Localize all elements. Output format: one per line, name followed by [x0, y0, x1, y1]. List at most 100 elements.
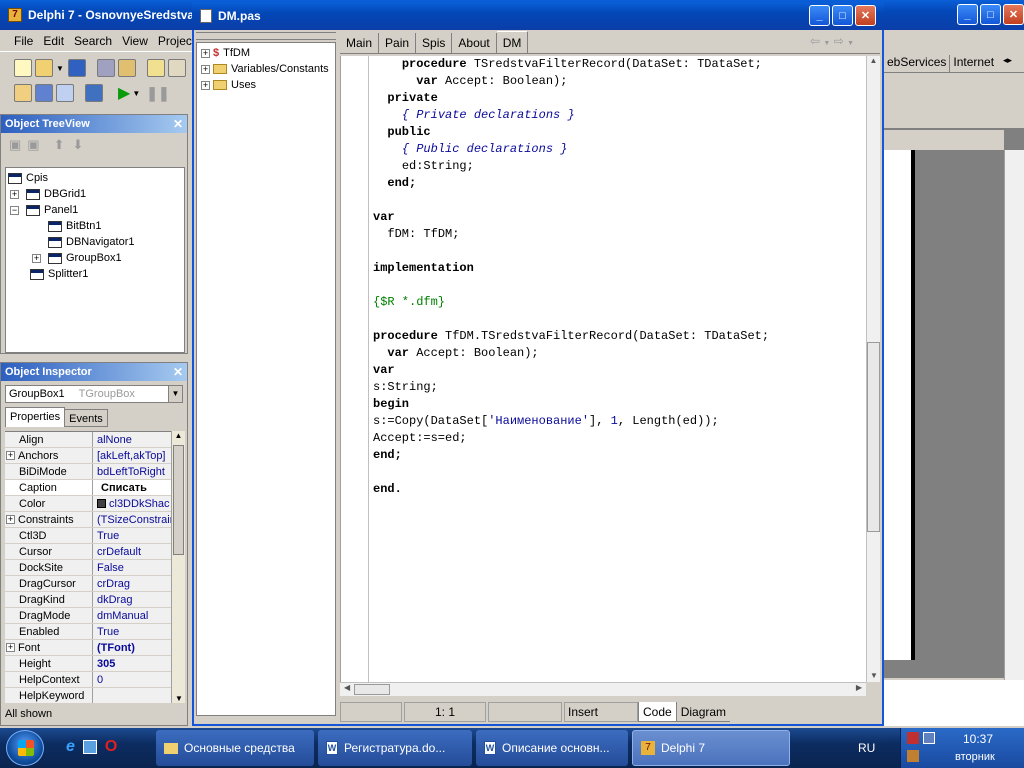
toggle-form-unit-icon[interactable] [56, 84, 74, 102]
tree-item-splitter1[interactable]: Splitter1 [6, 266, 184, 282]
code-line[interactable]: procedure TfDM.TSredstvaFilterRecord(Dat… [373, 328, 769, 345]
tree-item-dbgrid1[interactable]: + DBGrid1 [6, 186, 184, 202]
code-line[interactable]: end; [373, 175, 769, 192]
scroll-up-arrow-icon[interactable]: ▲ [172, 431, 185, 440]
code-line[interactable]: implementation [373, 260, 769, 277]
explorer-item-variables[interactable]: + Variables/Constants [197, 61, 335, 77]
palette-tab-internet[interactable]: Internet [950, 55, 997, 72]
property-row[interactable]: DragMode dmManual [5, 608, 171, 624]
expand-icon[interactable]: + [32, 253, 41, 263]
code-line[interactable]: var Accept: Boolean); [373, 73, 769, 90]
property-row[interactable]: DragCursor crDrag [5, 576, 171, 592]
delete-item-icon[interactable]: ▣ [27, 137, 39, 153]
view-form-icon[interactable] [35, 84, 53, 102]
editor-tab-dm[interactable]: DM [496, 31, 529, 53]
property-row[interactable]: HelpKeyword [5, 688, 171, 703]
save-all-icon[interactable] [96, 59, 115, 77]
code-line[interactable]: ed:String; [373, 158, 769, 175]
property-row[interactable]: DragKind dkDrag [5, 592, 171, 608]
chevron-down-icon[interactable]: ▼ [168, 386, 182, 402]
expand-icon[interactable]: + [6, 643, 15, 652]
collapse-icon[interactable]: − [10, 205, 19, 215]
desktop-icon[interactable] [82, 740, 97, 754]
scroll-thumb[interactable] [173, 445, 184, 555]
code-line[interactable]: s:=Copy(DataSet['Наименование'], 1, Leng… [373, 413, 769, 430]
internet-explorer-icon[interactable]: e [66, 738, 75, 756]
tab-events[interactable]: Events [65, 409, 108, 427]
move-down-icon[interactable]: ⬇ [73, 137, 84, 153]
property-row[interactable]: Caption Списать [5, 480, 171, 496]
property-grid-scrollbar[interactable]: ▲ ▼ [171, 431, 185, 703]
property-row[interactable]: Color cl3DDkShac [5, 496, 171, 512]
property-row[interactable]: Enabled True [5, 624, 171, 640]
task-item-delphi[interactable]: 7 Delphi 7 [632, 730, 790, 766]
tree-item-dbnavigator1[interactable]: DBNavigator1 [6, 234, 184, 250]
form-right-scrollbar[interactable] [1004, 150, 1024, 680]
tree-item-groupbox1[interactable]: + GroupBox1 [6, 250, 184, 266]
tree-item-cpis[interactable]: Cpis [6, 170, 184, 186]
code-line[interactable]: { Public declarations } [373, 141, 769, 158]
editor-close-button[interactable]: ✕ [855, 5, 876, 26]
hscroll-thumb[interactable] [354, 684, 390, 695]
code-line[interactable] [373, 311, 769, 328]
code-line[interactable]: var [373, 209, 769, 226]
bottom-tab-diagram[interactable]: Diagram [676, 702, 731, 722]
add-file-icon[interactable] [146, 59, 165, 77]
expand-icon[interactable]: + [201, 64, 210, 74]
expand-icon[interactable]: + [10, 189, 19, 199]
save-icon[interactable] [67, 59, 86, 77]
palette-tab-webservices[interactable]: ebServices [884, 55, 951, 72]
open-icon[interactable] [35, 59, 53, 77]
remove-file-icon[interactable] [167, 59, 186, 77]
editor-tab-main[interactable]: Main [340, 33, 380, 53]
close-button[interactable]: ✕ [1003, 4, 1024, 25]
code-line[interactable] [373, 464, 769, 481]
dropdown-arrow-icon[interactable]: ▼ [847, 40, 854, 47]
forward-arrow-icon[interactable]: ⇨ [834, 34, 844, 48]
object-selector[interactable]: GroupBox1 TGroupBox ▼ [5, 385, 183, 403]
editor-tab-pain[interactable]: Pain [379, 33, 417, 53]
code-text[interactable]: procedure TSredstvaFilterRecord(DataSet:… [373, 56, 769, 498]
bottom-tab-code[interactable]: Code [638, 702, 677, 722]
close-icon[interactable]: ✕ [173, 365, 183, 379]
scroll-thumb[interactable] [867, 342, 880, 532]
code-line[interactable]: {$R *.dfm} [373, 294, 769, 311]
explorer-item-uses[interactable]: + Uses [197, 77, 335, 93]
tree-item-panel1[interactable]: − Panel1 [6, 202, 184, 218]
code-line[interactable]: private [373, 90, 769, 107]
code-line[interactable] [373, 243, 769, 260]
property-row[interactable]: + Constraints (TSizeConstrain [5, 512, 171, 528]
new-item-icon[interactable]: ▣ [9, 137, 21, 153]
tab-properties[interactable]: Properties [5, 407, 66, 427]
explorer-header-splitter[interactable] [196, 32, 336, 40]
task-item-opisanie[interactable]: W Описание основн... [476, 730, 628, 766]
menu-file[interactable]: File [14, 34, 33, 48]
code-line[interactable]: begin [373, 396, 769, 413]
tray-network-icon[interactable] [907, 732, 919, 744]
tray-speaker-icon[interactable] [907, 750, 919, 762]
property-row[interactable]: + Font (TFont) [5, 640, 171, 656]
code-line[interactable]: end; [373, 447, 769, 464]
minimize-button[interactable]: _ [957, 4, 978, 25]
opera-icon[interactable]: O [105, 738, 117, 756]
editor-tab-spis[interactable]: Spis [416, 33, 453, 53]
property-row[interactable]: Cursor crDefault [5, 544, 171, 560]
code-line[interactable] [373, 192, 769, 209]
tree-item-bitbtn1[interactable]: BitBtn1 [6, 218, 184, 234]
dropdown-arrow-icon[interactable]: ▼ [132, 89, 140, 98]
editor-title-bar[interactable]: DM.pas [192, 2, 884, 30]
move-up-icon[interactable]: ⬆ [54, 137, 65, 153]
code-line[interactable]: Accept:=s=ed; [373, 430, 769, 447]
code-line[interactable]: var Accept: Boolean); [373, 345, 769, 362]
property-row[interactable]: HelpContext 0 [5, 672, 171, 688]
code-line[interactable]: public [373, 124, 769, 141]
editor-tab-about[interactable]: About [452, 33, 497, 53]
scroll-down-arrow-icon[interactable]: ▼ [867, 671, 881, 680]
run-icon[interactable]: ▶ [118, 83, 130, 103]
property-row[interactable]: Ctl3D True [5, 528, 171, 544]
task-item-registratura[interactable]: W Регистратура.do... [318, 730, 472, 766]
palette-scroll-arrows[interactable]: ◂▸ [1003, 55, 1012, 66]
code-line[interactable]: end. [373, 481, 769, 498]
dropdown-arrow-icon[interactable]: ▼ [56, 64, 64, 73]
code-line[interactable]: procedure TSredstvaFilterRecord(DataSet:… [373, 56, 769, 73]
